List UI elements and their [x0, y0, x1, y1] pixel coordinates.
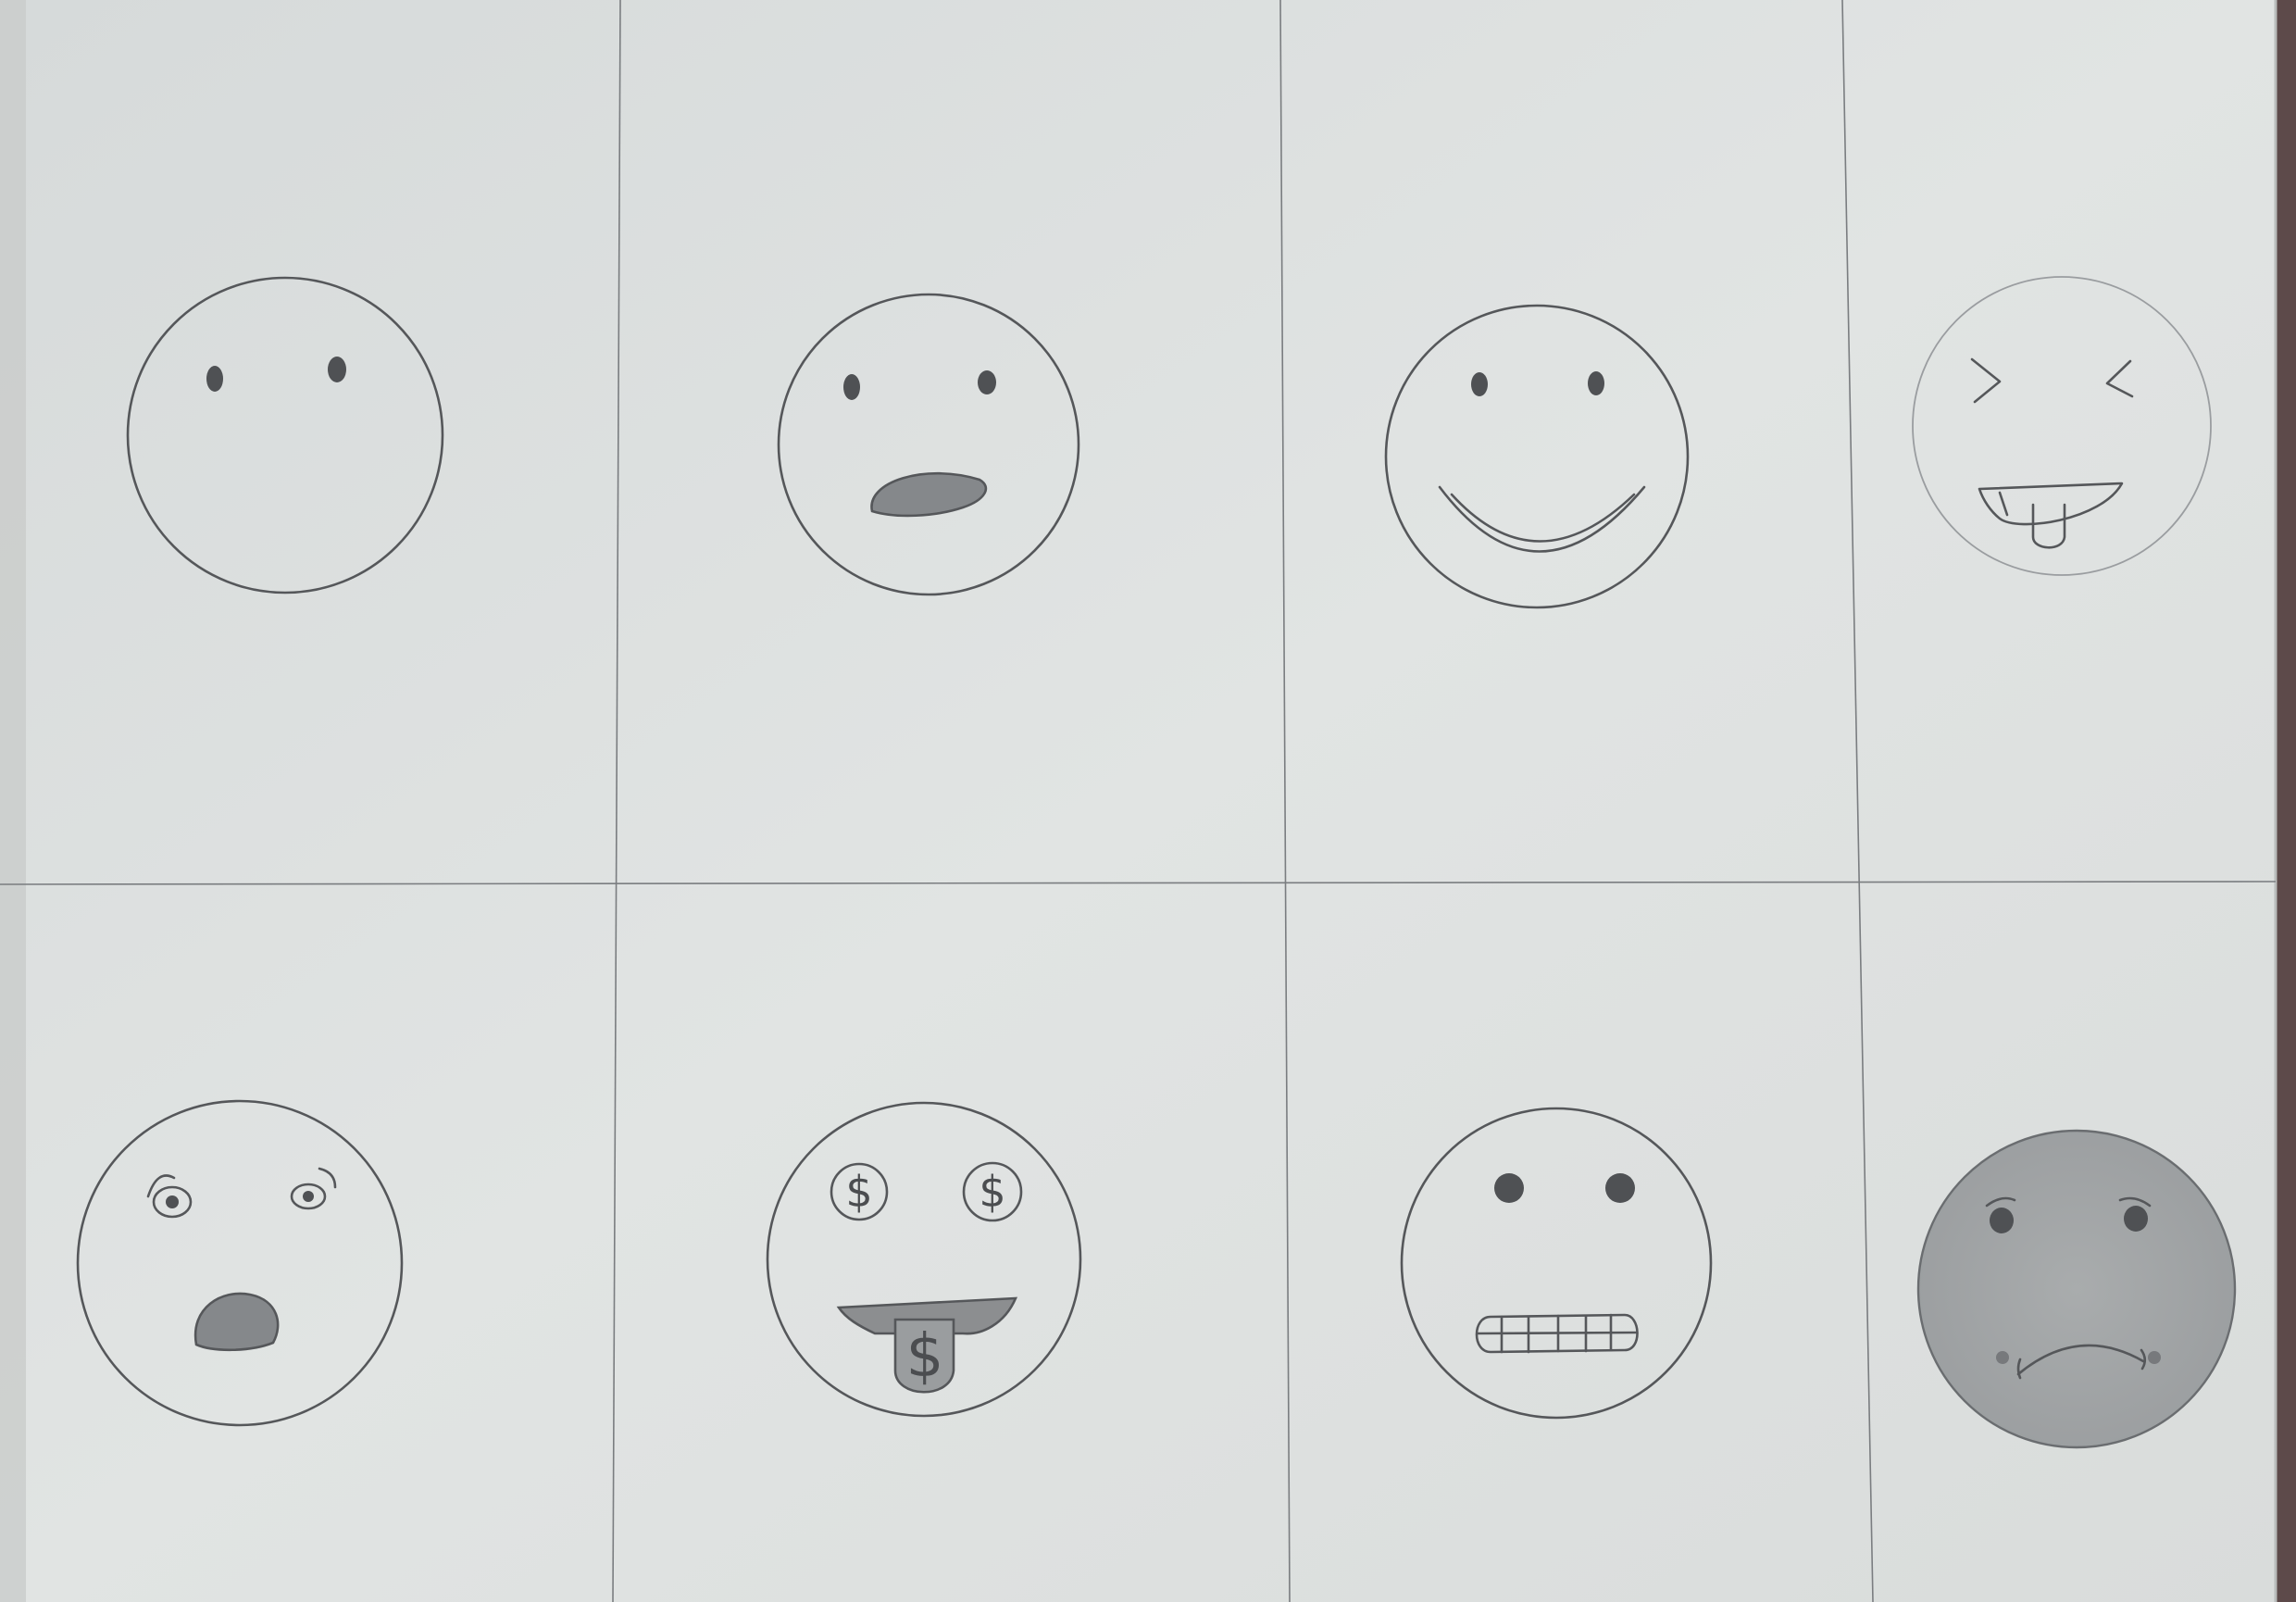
right-cheek-dot: [2148, 1351, 2161, 1364]
right-eye: [1588, 371, 1604, 395]
face-outline: [1916, 1129, 2237, 1449]
left-eye: [1471, 372, 1488, 396]
left-cheek-dot: [1996, 1351, 2009, 1364]
left-eye: [1494, 1173, 1524, 1203]
right-eye: [2124, 1206, 2148, 1232]
paper-sheet: [0, 0, 2277, 1602]
right-eye: [1605, 1173, 1635, 1203]
left-eye-dollar: $: [845, 1167, 872, 1217]
right-eye-dollar: $: [979, 1167, 1005, 1217]
right-eye: [978, 370, 996, 394]
left-eye: [843, 374, 860, 400]
left-eye: [206, 366, 223, 392]
left-eye: [1990, 1208, 2014, 1233]
left-pupil: [166, 1195, 179, 1208]
drawing-photo: $ $ $: [0, 0, 2296, 1602]
right-pupil: [303, 1191, 314, 1202]
face-sad-worried: [1916, 1129, 2237, 1449]
tongue-dollar: $: [906, 1322, 944, 1391]
right-eye: [328, 357, 346, 382]
